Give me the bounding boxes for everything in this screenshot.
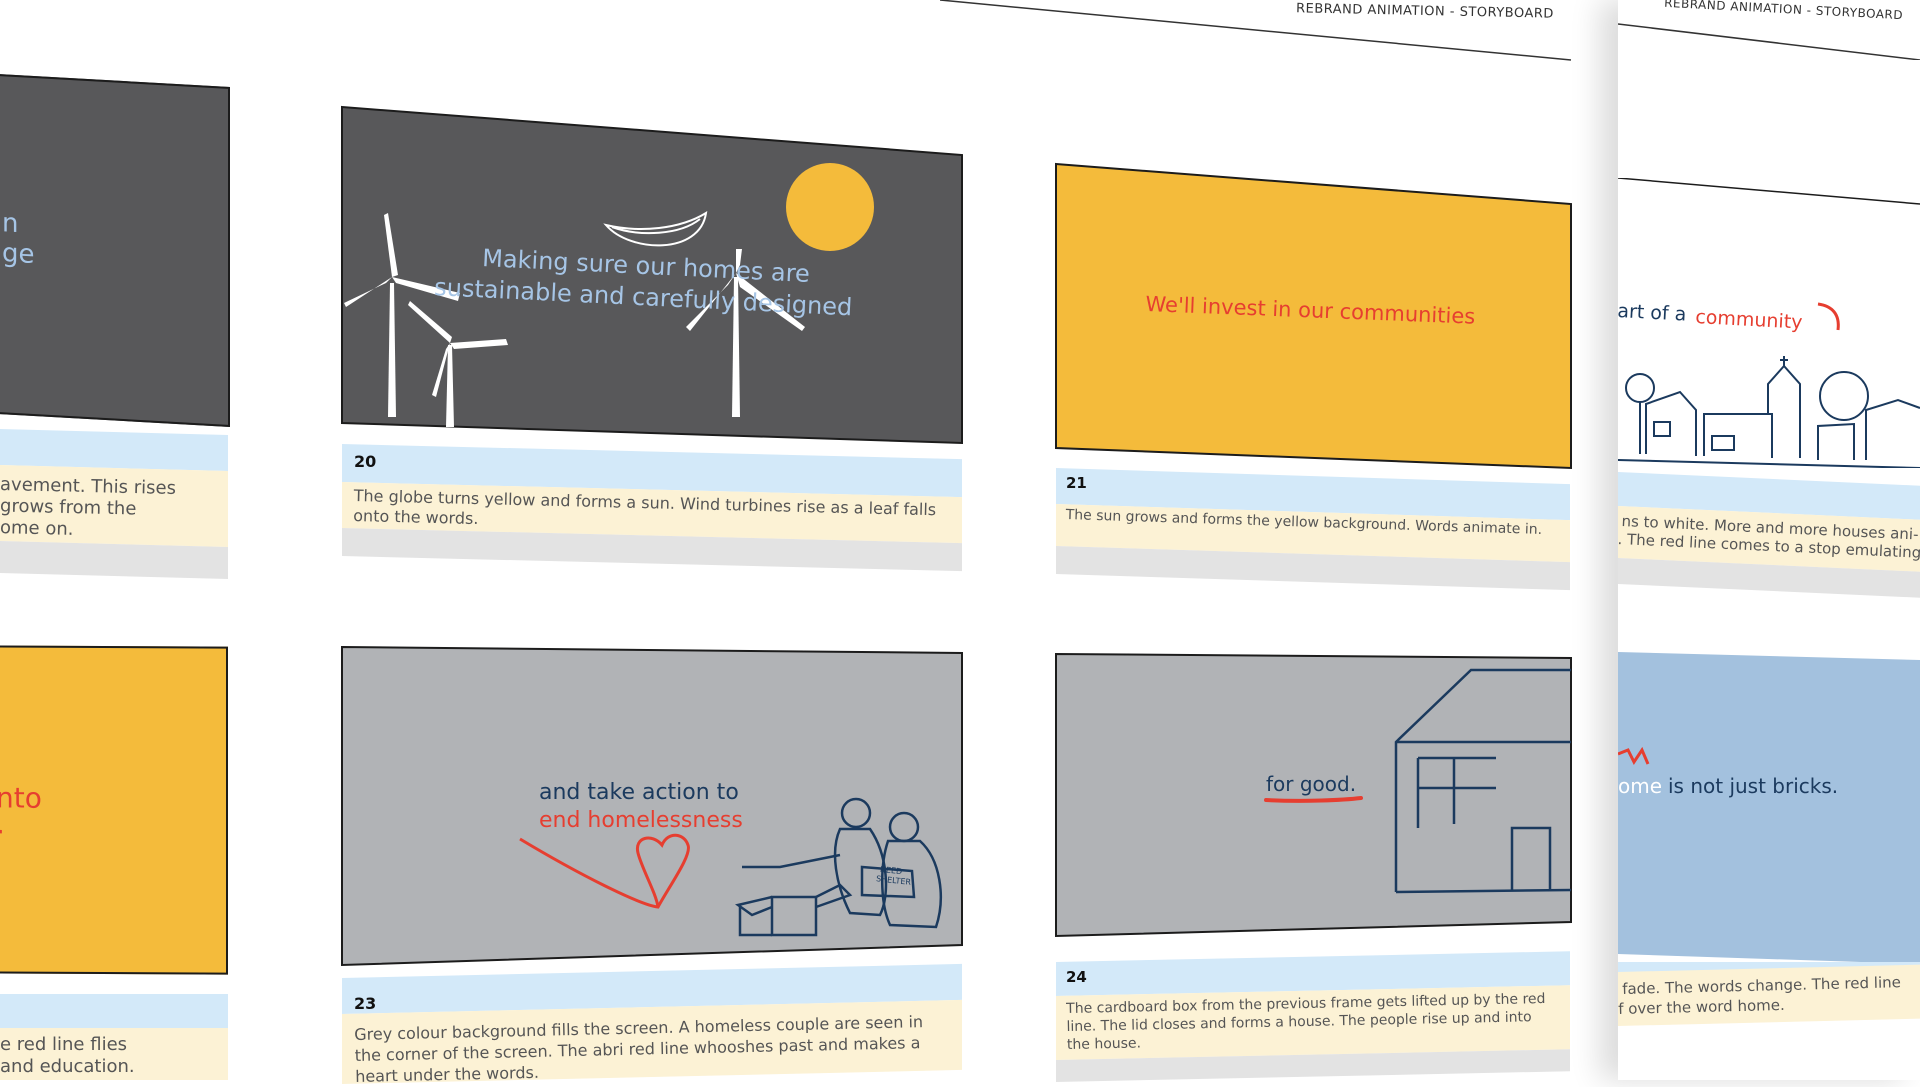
storyboard-frame-22: nto . xyxy=(0,645,228,975)
caption-22-line2: and education. xyxy=(0,1056,135,1077)
frame-number-24: 24 xyxy=(1066,968,1087,986)
frame-number-21: 21 xyxy=(1066,474,1087,492)
frame-description-23: Grey colour background fills the screen.… xyxy=(354,1012,924,1086)
frame-number-23: 23 xyxy=(354,994,377,1013)
frame-description-24: The cardboard box from the previous fram… xyxy=(1066,990,1546,1053)
frame-text-22-line2: . xyxy=(0,807,5,841)
storyboard-frame-next-bottom xyxy=(1618,652,1920,964)
caption-18-line2: grows from the xyxy=(0,495,137,520)
frame-text-23-line1: and take action to xyxy=(539,780,739,805)
header-rule-second xyxy=(1618,23,1920,60)
frame-text-18-line1: n xyxy=(2,208,19,240)
frame-text-23-line2: end homelessness xyxy=(539,808,743,833)
frame-number-20: 20 xyxy=(354,452,377,471)
caption-number-band-22 xyxy=(0,994,228,1028)
caption-next-bottom-line2: f over the word home. xyxy=(1618,995,1785,1018)
caption-22-line1: e red line flies xyxy=(0,1034,128,1055)
caption-18-line3: ome on. xyxy=(0,517,74,540)
frame-text-18-line2: ge xyxy=(2,238,35,271)
frame-text-next-bottom-prefix: ome xyxy=(1618,774,1663,798)
frame-text-22-line1: nto xyxy=(0,781,42,815)
frame-text-24: for good. xyxy=(1266,772,1357,796)
frame-text-next-top-prefix: art of a xyxy=(1616,300,1687,326)
storyboard-frame-18: n ge xyxy=(0,73,230,427)
next-storyboard-page: REBRAND ANIMATION - STORYBOARD art of a … xyxy=(1616,0,1920,1080)
caption-footer-band-18 xyxy=(0,541,228,579)
storyboard-frame-24 xyxy=(1055,652,1572,938)
caption-number-band-18 xyxy=(0,429,228,471)
frame-text-next-bottom-rest: is not just bricks. xyxy=(1668,774,1839,798)
header-rule xyxy=(940,0,1572,61)
sun-icon xyxy=(786,163,874,251)
